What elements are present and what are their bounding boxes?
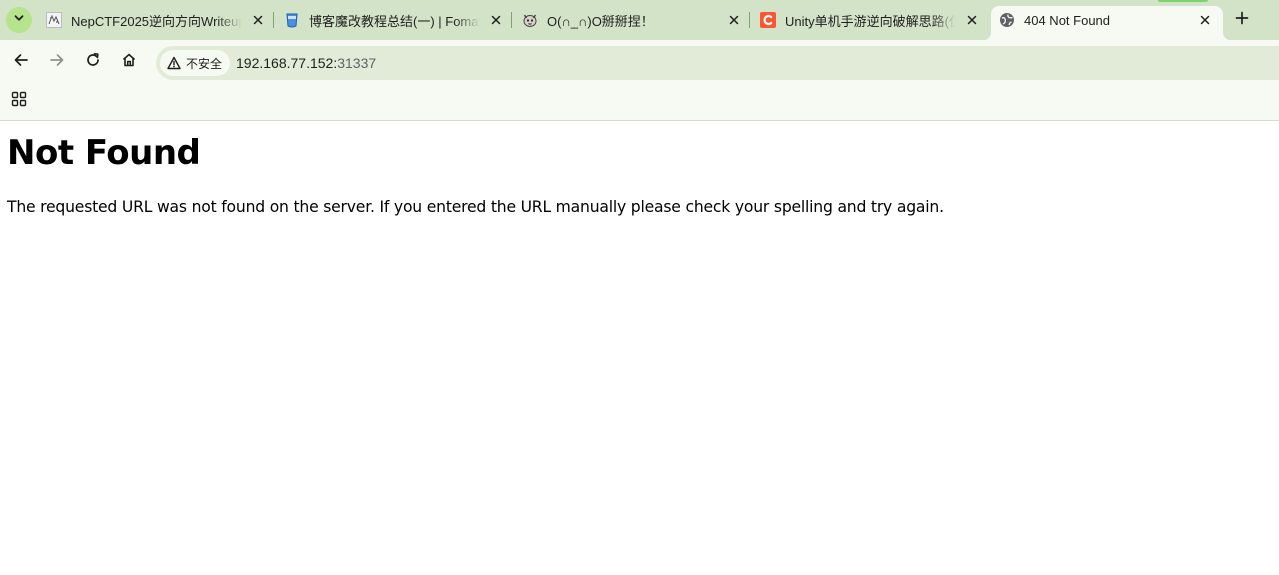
tab-nepctf-writeup[interactable]: NepCTF2025逆向方向Writeup <box>46 6 268 34</box>
tab-separator <box>273 12 274 28</box>
tab-strip: NepCTF2025逆向方向Writeup 博客魔改教程总结(一) | Foma… <box>0 0 1279 40</box>
tab-unity-reverse[interactable]: Unity单机手游逆向破解思路(仅 <box>760 6 982 34</box>
close-icon[interactable] <box>248 10 268 30</box>
url-text[interactable]: 192.168.77.152:31337 <box>236 46 376 80</box>
close-icon[interactable] <box>962 10 982 30</box>
forward-button[interactable] <box>43 48 71 76</box>
browser-toolbar: 不安全 192.168.77.152:31337 <box>0 40 1279 86</box>
reload-icon <box>85 52 101 73</box>
back-button[interactable] <box>7 48 35 76</box>
url-port: 31337 <box>337 55 377 71</box>
tab-title: NepCTF2025逆向方向Writeup <box>71 13 242 29</box>
arrow-left-icon <box>13 52 29 73</box>
tab-title: Unity单机手游逆向破解思路(仅 <box>785 13 956 29</box>
plus-icon <box>1235 11 1249 30</box>
tab-404-not-found[interactable]: 404 Not Found <box>983 6 1231 40</box>
tab-fomalhaut-blog[interactable]: 博客魔改教程总结(一) | Fomalhaut <box>284 6 506 34</box>
address-bar[interactable]: 不安全 192.168.77.152:31337 <box>156 46 1279 80</box>
page-title: Not Found <box>7 133 201 173</box>
chevron-down-icon <box>13 11 25 29</box>
security-label: 不安全 <box>186 56 223 71</box>
tab-search-button[interactable] <box>6 7 32 33</box>
close-icon[interactable] <box>724 10 744 30</box>
tab-strip-accent <box>1158 0 1208 2</box>
sketch-favicon-icon <box>46 12 62 28</box>
tab-bye-page[interactable]: O(∩_∩)O掰掰捏！ <box>522 6 744 34</box>
reload-button[interactable] <box>79 48 107 76</box>
animal-avatar-favicon-icon <box>522 12 538 28</box>
home-button[interactable] <box>115 48 143 76</box>
tab-title: 404 Not Found <box>1024 12 1111 28</box>
tab-separator <box>511 12 512 28</box>
bookmarks-bar <box>0 86 1279 121</box>
arrow-right-icon <box>49 52 65 73</box>
error-message: The requested URL was not found on the s… <box>7 198 944 216</box>
close-icon[interactable] <box>1195 10 1215 30</box>
globe-favicon-icon <box>999 12 1015 28</box>
apps-button[interactable] <box>9 91 29 111</box>
home-icon <box>121 52 137 73</box>
tab-title: O(∩_∩)O掰掰捏！ <box>547 13 654 29</box>
url-host: 192.168.77.152: <box>236 55 338 71</box>
blue-cup-favicon-icon <box>284 12 300 28</box>
close-icon[interactable] <box>486 10 506 30</box>
security-indicator-chip[interactable]: 不安全 <box>160 50 231 76</box>
tab-title: 博客魔改教程总结(一) | Fomalhaut <box>309 13 480 29</box>
new-tab-button[interactable] <box>1230 8 1254 32</box>
tab-separator <box>749 12 750 28</box>
warning-triangle-icon <box>166 55 182 71</box>
page-content: Not Found The requested URL was not foun… <box>0 121 1279 575</box>
apps-grid-icon <box>11 91 27 112</box>
csdn-c-favicon-icon <box>760 12 776 28</box>
